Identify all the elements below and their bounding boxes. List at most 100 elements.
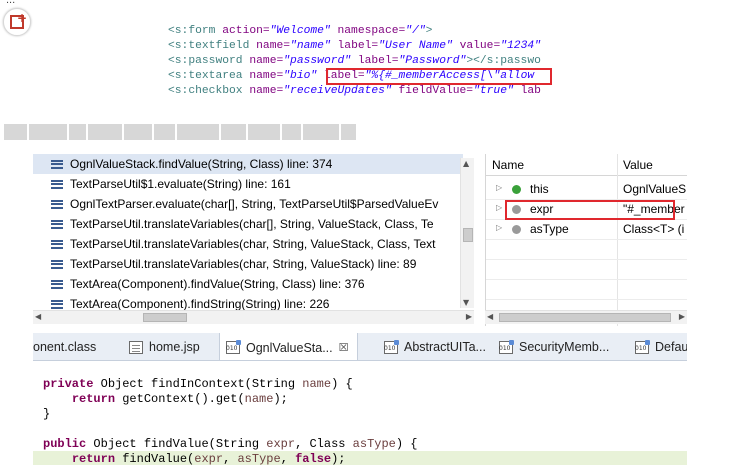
- scroll-right-arrow-icon[interactable]: ▶: [466, 312, 472, 321]
- java-code-editor[interactable]: private Object findInContext(String name…: [33, 362, 687, 465]
- code-line: public Object findValue(String expr, Cla…: [43, 436, 418, 452]
- debug-thread-icon[interactable]: +: [3, 8, 31, 36]
- scroll-left-arrow-icon[interactable]: ◀: [487, 312, 493, 321]
- stack-frame[interactable]: OgnlTextParser.evaluate(char[], String, …: [33, 194, 463, 214]
- editor-tab[interactable]: home.jsp: [123, 333, 208, 360]
- code-token: name: [302, 377, 332, 391]
- jsp-code-line: <s:password name="password" label="Passw…: [168, 54, 552, 69]
- editor-tab[interactable]: SecurityMemb...: [493, 333, 617, 360]
- code-line: return getContext().get(name);: [43, 391, 288, 407]
- code-token: label=: [357, 55, 399, 67]
- code-token: lab: [520, 85, 541, 97]
- editor-tab[interactable]: Defau: [629, 333, 687, 360]
- jsp-file-icon: [129, 340, 143, 354]
- code-token: value=: [459, 40, 501, 52]
- code-token: ) {: [395, 437, 418, 451]
- expand-arrow-icon[interactable]: ▷: [496, 183, 502, 192]
- code-token: <s:password: [168, 55, 250, 67]
- code-token: fieldValue=: [398, 85, 474, 97]
- field-visibility-icon: [512, 185, 521, 194]
- stack-frame[interactable]: TextArea(Component).findValue(String, Cl…: [33, 274, 463, 294]
- scroll-down-arrow-icon[interactable]: ▼: [463, 298, 469, 307]
- variables-view: Name Value ▷ this OgnlValueS ▷ expr "#_member…: [485, 154, 687, 326]
- editor-tab-label: SecurityMemb...: [519, 340, 610, 354]
- stack-vertical-scrollbar[interactable]: ▲ ▼: [460, 158, 474, 308]
- code-token: name=: [249, 85, 284, 97]
- variables-horizontal-scrollbar[interactable]: ◀ ▶: [485, 310, 687, 324]
- column-header-name[interactable]: Name: [492, 158, 524, 172]
- code-token: name=: [249, 55, 284, 67]
- stack-frame-label: TextParseUtil.translateVariables(char, S…: [70, 257, 417, 271]
- editor-tab[interactable]: onent.class: [33, 333, 104, 360]
- code-token: ) {: [331, 377, 353, 391]
- stack-frame[interactable]: TextParseUtil.translateVariables(char, S…: [33, 254, 463, 274]
- variable-row-this[interactable]: ▷ this OgnlValueS: [486, 179, 687, 200]
- code-token: "true": [473, 85, 514, 97]
- code-token: return: [71, 392, 116, 406]
- code-token: name=: [249, 70, 284, 82]
- code-token: }: [43, 407, 51, 421]
- jsp-code-snippet: <s:form action="Welcome" namespace="/"> <…: [168, 24, 552, 100]
- editor-tab[interactable]: OgnlValueSta... ☒: [219, 333, 358, 360]
- stack-frame[interactable]: TextParseUtil.translateVariables(char, S…: [33, 234, 463, 254]
- code-token: "Password": [398, 55, 467, 67]
- code-token: ></s:passwo: [466, 55, 541, 67]
- code-token: , Class: [295, 437, 353, 451]
- code-token: "password": [283, 55, 352, 67]
- column-header-value[interactable]: Value: [623, 158, 653, 172]
- stack-frame-icon: [51, 219, 63, 229]
- code-token: >: [425, 25, 433, 37]
- code-token: namespace=: [337, 25, 406, 37]
- code-token: action=: [222, 25, 270, 37]
- expand-arrow-icon[interactable]: ▷: [496, 223, 502, 232]
- editor-tab-label: Defau: [655, 340, 687, 354]
- stack-frame-icon: [51, 159, 63, 169]
- scroll-thumb[interactable]: [499, 313, 671, 322]
- code-token: Object findInContext(String: [93, 377, 303, 391]
- close-tab-icon[interactable]: ☒: [339, 341, 349, 354]
- code-token: <s:textfield: [168, 40, 257, 52]
- scroll-up-arrow-icon[interactable]: ▲: [463, 159, 469, 168]
- scroll-thumb[interactable]: [463, 228, 473, 242]
- code-token: <s:checkbox: [168, 85, 250, 97]
- scroll-thumb[interactable]: [143, 313, 187, 322]
- variable-name: this: [530, 182, 549, 196]
- variable-row-empty: [486, 279, 687, 300]
- editor-tab[interactable]: AbstractUITa...: [378, 333, 494, 360]
- variable-value: OgnlValueS: [623, 182, 687, 196]
- stack-frame-label: OgnlTextParser.evaluate(char[], String, …: [70, 197, 439, 211]
- scroll-left-arrow-icon[interactable]: ◀: [35, 312, 41, 321]
- stack-frame-icon: [51, 239, 63, 249]
- stack-frame[interactable]: TextParseUtil$1.evaluate(String) line: 1…: [33, 174, 463, 194]
- expand-arrow-icon[interactable]: ▷: [496, 203, 502, 212]
- variable-value: Class<T> (i: [623, 222, 685, 236]
- stack-frame-icon: [51, 259, 63, 269]
- truncated-heading: ...: [6, 0, 16, 6]
- code-token: ,: [280, 452, 296, 465]
- code-token: asType: [237, 452, 281, 465]
- stack-frame[interactable]: TextParseUtil.translateVariables(char[],…: [33, 214, 463, 234]
- code-token: findValue(: [115, 452, 195, 465]
- stack-frame-icon: [51, 299, 63, 309]
- editor-tab-label: onent.class: [33, 340, 97, 354]
- code-token: false: [295, 452, 332, 465]
- code-token: Object findValue(String: [86, 437, 267, 451]
- code-token: public: [43, 437, 87, 451]
- variable-row-asType[interactable]: ▷ asType Class<T> (i: [486, 219, 687, 240]
- code-token: "User Name": [378, 40, 453, 52]
- code-line: private Object findInContext(String name…: [43, 376, 353, 392]
- stack-horizontal-scrollbar[interactable]: ◀ ▶: [33, 310, 474, 324]
- editor-tab-bar: onent.class home.jsp OgnlValueSta... ☒ Abstr…: [33, 333, 687, 361]
- code-token: name=: [256, 40, 291, 52]
- debug-call-stack: OgnlValueStack.findValue(String, Class) …: [33, 154, 477, 324]
- stack-frame-icon: [51, 279, 63, 289]
- scroll-right-arrow-icon[interactable]: ▶: [679, 312, 685, 321]
- stack-frame[interactable]: OgnlValueStack.findValue(String, Class) …: [33, 154, 463, 174]
